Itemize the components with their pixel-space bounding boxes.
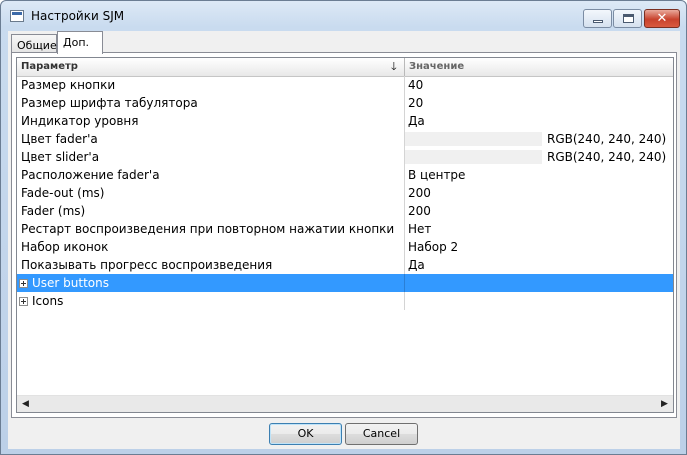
minimize-button[interactable]	[583, 9, 612, 28]
app-icon	[10, 10, 24, 22]
window-title: Настройки SJM	[31, 9, 125, 23]
expand-icon[interactable]	[19, 297, 28, 306]
scroll-right-icon[interactable]: ▶	[656, 396, 673, 412]
ok-button[interactable]: OK	[269, 423, 342, 445]
property-grid: Параметр 🡓 Значение Размер кнопки 40 Раз…	[16, 57, 674, 413]
horizontal-scrollbar[interactable]: ◀ ▶	[17, 395, 673, 412]
category-row-icons[interactable]: Icons	[17, 292, 673, 310]
tab-general[interactable]: Общие	[11, 34, 57, 53]
fader-color-value[interactable]: RGB(240, 240, 240)	[547, 130, 666, 148]
slider-color-swatch[interactable]	[405, 150, 542, 164]
property-name: Рестарт воспроизведения при повторном на…	[17, 220, 405, 238]
slider-color-value[interactable]: RGB(240, 240, 240)	[547, 148, 666, 166]
category-label: User buttons	[32, 276, 109, 290]
scroll-left-icon[interactable]: ◀	[17, 396, 34, 412]
property-name: Fader (ms)	[17, 202, 405, 220]
maximize-icon	[623, 14, 634, 23]
category-label: Icons	[32, 294, 64, 308]
property-row[interactable]: Цвет slider'a RGB(240, 240, 240)	[17, 148, 673, 166]
property-value[interactable]: Нет	[406, 220, 673, 238]
property-row[interactable]: Fader (ms) 200	[17, 202, 673, 220]
property-name: Размер шрифта табулятора	[17, 94, 405, 112]
tab-advanced[interactable]: Доп.	[57, 31, 103, 54]
property-value[interactable]: В центре	[406, 166, 673, 184]
property-value[interactable]: 200	[406, 184, 673, 202]
property-row[interactable]: Набор иконок Набор 2	[17, 238, 673, 256]
property-name: Индикатор уровня	[17, 112, 405, 130]
property-row[interactable]: Размер шрифта табулятора 20	[17, 94, 673, 112]
cancel-button[interactable]: Cancel	[345, 423, 418, 445]
category-name-cell: Icons	[17, 292, 405, 310]
minimize-icon	[593, 20, 603, 23]
property-name: Размер кнопки	[17, 76, 405, 94]
fader-color-swatch[interactable]	[405, 132, 542, 146]
property-value[interactable]: 20	[406, 94, 673, 112]
dialog-footer: OK Cancel	[8, 419, 680, 449]
property-value[interactable]: 40	[406, 76, 673, 94]
dialog-client: Общие Доп. Параметр 🡓 Значение Размер кн…	[8, 31, 680, 449]
category-name-cell: User buttons	[17, 274, 405, 292]
property-row[interactable]: Цвет fader'a RGB(240, 240, 240)	[17, 130, 673, 148]
property-name: Набор иконок	[17, 238, 405, 256]
title-bar[interactable]: Настройки SJM ✕	[1, 1, 686, 31]
property-row[interactable]: Fade-out (ms) 200	[17, 184, 673, 202]
property-row[interactable]: Показывать прогресс воспроизведения Да	[17, 256, 673, 274]
sort-down-icon[interactable]: 🡓	[391, 61, 397, 73]
property-value[interactable]: 200	[406, 202, 673, 220]
property-name: Расположение fader'a	[17, 166, 405, 184]
property-value[interactable]: Да	[406, 256, 673, 274]
property-name: Цвет slider'a	[17, 148, 405, 166]
close-icon: ✕	[656, 11, 668, 26]
close-button[interactable]: ✕	[644, 9, 680, 28]
property-row[interactable]: Индикатор уровня Да	[17, 112, 673, 130]
expand-icon[interactable]	[19, 279, 28, 288]
property-row[interactable]: Расположение fader'a В центре	[17, 166, 673, 184]
category-row-user-buttons[interactable]: User buttons	[17, 274, 673, 292]
property-name: Fade-out (ms)	[17, 184, 405, 202]
column-header-param[interactable]: Параметр	[17, 58, 405, 76]
category-value-cell	[406, 292, 673, 310]
property-name: Цвет fader'a	[17, 130, 405, 148]
property-row[interactable]: Размер кнопки 40	[17, 76, 673, 94]
tab-panel: Параметр 🡓 Значение Размер кнопки 40 Раз…	[11, 52, 677, 418]
property-value[interactable]: Набор 2	[406, 238, 673, 256]
grid-header: Параметр 🡓 Значение	[17, 58, 673, 77]
maximize-button[interactable]	[613, 9, 642, 28]
property-name: Показывать прогресс воспроизведения	[17, 256, 405, 274]
category-value-cell	[406, 274, 673, 292]
settings-window: Настройки SJM ✕ Общие Доп. Параметр 🡓 Зн…	[0, 0, 687, 455]
property-row[interactable]: Рестарт воспроизведения при повторном на…	[17, 220, 673, 238]
property-value[interactable]: Да	[406, 112, 673, 130]
column-header-value[interactable]: Значение	[405, 58, 673, 76]
